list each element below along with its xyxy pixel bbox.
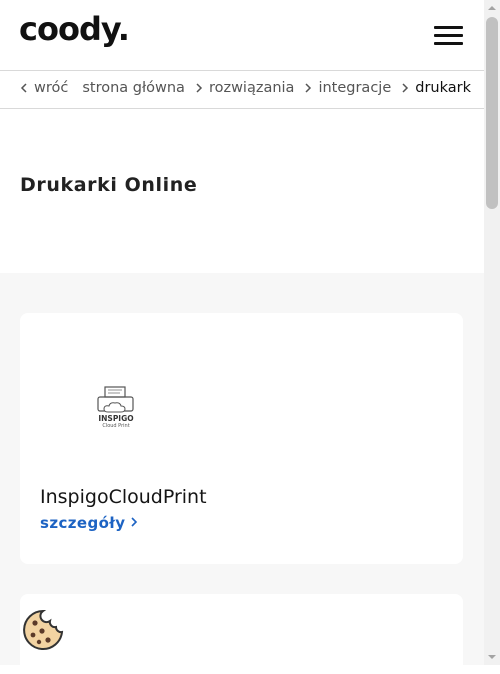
inspigo-logo-subtext: Cloud Print <box>102 423 130 429</box>
breadcrumb-item-integrations[interactable]: integracje <box>318 80 391 96</box>
details-link[interactable]: szczegóły <box>40 514 139 532</box>
chevron-right-icon <box>193 81 205 95</box>
hamburger-menu-icon[interactable] <box>434 25 464 47</box>
menu-bar <box>434 42 463 45</box>
menu-bar <box>434 26 463 29</box>
breadcrumb-item-home[interactable]: strona główna <box>82 80 185 96</box>
breadcrumb-item-solutions[interactable]: rozwiązania <box>209 80 295 96</box>
coody-logo[interactable]: coody. <box>19 10 130 48</box>
scrollbar-thumb[interactable] <box>486 17 498 209</box>
chevron-right-icon <box>399 81 411 95</box>
breadcrumb-current: drukark <box>415 80 471 96</box>
breadcrumb-back-link[interactable]: wróć <box>34 80 68 96</box>
cookie-icon[interactable] <box>22 609 64 651</box>
scroll-up-arrow-icon[interactable] <box>484 0 500 16</box>
inspigo-cloud-print-logo: INSPIGO Cloud Print <box>96 385 136 431</box>
breadcrumb: wróć strona główna rozwiązania integracj… <box>0 71 484 109</box>
chevron-right-icon <box>129 514 139 532</box>
chevron-left-icon <box>18 81 30 95</box>
menu-bar <box>434 34 463 37</box>
scrollbar[interactable] <box>484 0 500 665</box>
integration-card[interactable] <box>20 594 463 674</box>
page-title: Drukarki Online <box>20 174 198 196</box>
chevron-right-icon <box>302 81 314 95</box>
scroll-down-arrow-icon[interactable] <box>484 649 500 665</box>
inspigo-logo-text: INSPIGO <box>98 414 134 423</box>
details-link-label: szczegóły <box>40 514 126 532</box>
product-name: InspigoCloudPrint <box>40 486 207 508</box>
site-header: coody. <box>0 0 484 71</box>
